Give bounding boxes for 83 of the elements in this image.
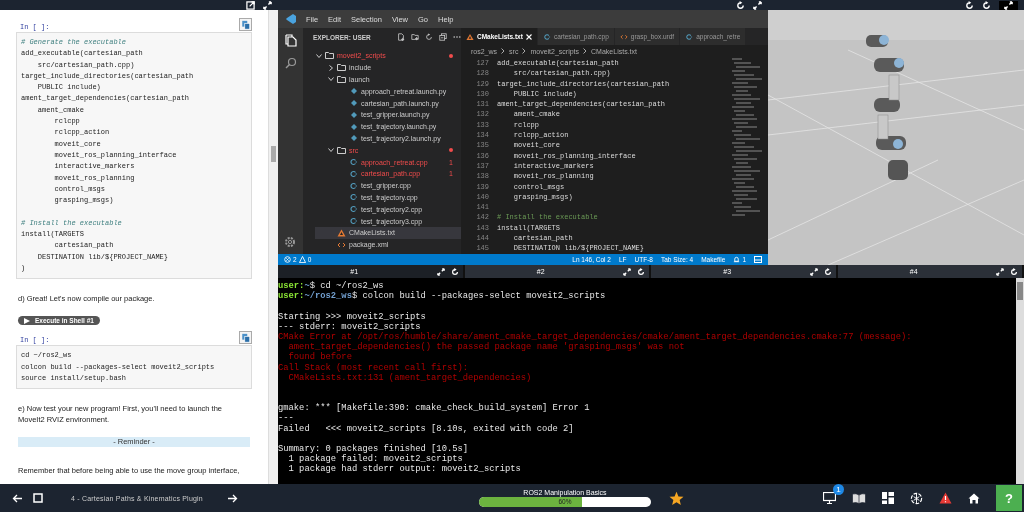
- modified-dot: [449, 53, 453, 58]
- terminal-command: $ cd ~/ros2_ws: [309, 281, 384, 291]
- cpp-file-icon: [349, 181, 358, 190]
- warning-icon[interactable]: [939, 492, 952, 504]
- prompt-user: user:: [278, 281, 305, 292]
- terminal-line: Failed <<< moveit2_scripts [8.10s, exited with code 2]: [278, 423, 575, 434]
- refresh-icon: [823, 267, 832, 276]
- error-line: CMakeLists.txt:131 (ament_target_dependencies): [287, 372, 533, 383]
- right-arrow-icon: [226, 493, 238, 503]
- chevron-icon: [501, 48, 506, 54]
- close-icon[interactable]: [525, 33, 532, 40]
- error-line: Call Stack (most recent call first):: [278, 362, 470, 373]
- more-icon[interactable]: [453, 33, 461, 41]
- terminal-line: Summary: 0 packages finished [10.5s]: [278, 444, 470, 454]
- terminal-line: ---: [278, 413, 295, 424]
- terminal-line: 1 package had stderr output: moveit2_scripts: [287, 464, 522, 475]
- chevron-icon: [522, 48, 527, 54]
- expand-icon: [436, 267, 445, 276]
- collapse-icon[interactable]: [439, 33, 447, 41]
- folder-icon: [337, 146, 346, 154]
- feedback-icon[interactable]: [754, 256, 762, 263]
- expand-icon[interactable]: [263, 0, 272, 10]
- expand-icon[interactable]: [1004, 0, 1013, 10]
- app-logo-icon: [286, 14, 296, 24]
- refresh-icon: [1010, 267, 1018, 276]
- cpp-file-icon: [542, 32, 551, 41]
- cpp-file-icon: [349, 158, 358, 167]
- chevron-icon: [583, 48, 588, 54]
- copy-button[interactable]: [239, 18, 252, 31]
- external-link-icon[interactable]: [246, 0, 255, 10]
- triangle-file-icon: [337, 228, 346, 237]
- scrollbar[interactable]: [268, 10, 278, 484]
- copy-icon: [240, 19, 251, 30]
- warning-icon: [298, 256, 306, 263]
- book-icon[interactable]: [852, 492, 866, 504]
- cpp-file-icon: [685, 32, 694, 41]
- rotate-icon[interactable]: [965, 0, 974, 10]
- bell-icon: [733, 256, 741, 263]
- back-button[interactable]: [12, 493, 23, 503]
- left-arrow-icon: [12, 493, 23, 503]
- grid-icon[interactable]: [882, 492, 894, 504]
- terminal-line: --- stderr: moveit2_scripts: [278, 321, 422, 332]
- expand-icon: [623, 267, 631, 276]
- forward-button[interactable]: [226, 493, 238, 503]
- error-line: CMake Error at /opt/ros/humble/share/ament_cmake_target_dependencies/cmake/ament_target_dependencies.cmake:77 (message):: [278, 331, 913, 342]
- prompt-user: user:: [278, 291, 305, 302]
- cpp-file-icon: [349, 193, 358, 202]
- square-icon[interactable]: [33, 493, 43, 503]
- cpp-file-icon: [349, 169, 358, 178]
- files-icon[interactable]: [284, 34, 297, 47]
- xml-file-icon: [337, 240, 346, 249]
- error-icon: [284, 256, 291, 263]
- new-folder-icon[interactable]: [411, 33, 419, 41]
- play-icon: [24, 317, 30, 324]
- expand-icon[interactable]: [753, 0, 762, 10]
- prompt-path: ~/ros2_ws: [304, 291, 352, 302]
- xml-file-icon: [619, 32, 628, 41]
- modified-dot: [449, 148, 453, 153]
- error-line: found before: [287, 352, 353, 363]
- terminal-line: 1 package failed: moveit2_scripts: [287, 454, 463, 465]
- refresh-icon: [637, 267, 645, 276]
- settings-icon[interactable]: [284, 236, 296, 248]
- expand-icon: [809, 267, 818, 276]
- knot-icon[interactable]: [910, 491, 923, 505]
- copy-icon: [240, 332, 251, 343]
- expand-icon: [996, 267, 1004, 276]
- scrollbar[interactable]: [1016, 278, 1024, 484]
- triangle-file-icon: [466, 32, 474, 41]
- new-file-icon[interactable]: [397, 33, 405, 41]
- terminal-line: gmake: *** [Makefile:390: cmake_check_build_system] Error 1: [278, 403, 591, 414]
- cpp-file-icon: [349, 217, 358, 226]
- cpp-file-icon: [349, 205, 358, 214]
- copy-button[interactable]: [239, 331, 252, 345]
- terminal-command: $ colcon build --packages-select moveit2_scripts: [351, 291, 606, 302]
- star-icon[interactable]: [669, 490, 684, 506]
- prompt-path: ~: [304, 281, 310, 291]
- terminal-line: Starting >>> moveit2_scripts: [278, 311, 427, 322]
- monitor-icon[interactable]: [823, 492, 836, 504]
- notification-badge: 1: [833, 484, 844, 495]
- refresh-icon: [450, 267, 459, 276]
- home-icon[interactable]: [968, 492, 980, 504]
- search-icon[interactable]: [284, 57, 297, 69]
- error-line: ament_target_dependencies() the passed package name 'grasping_msgs' was not: [287, 342, 686, 353]
